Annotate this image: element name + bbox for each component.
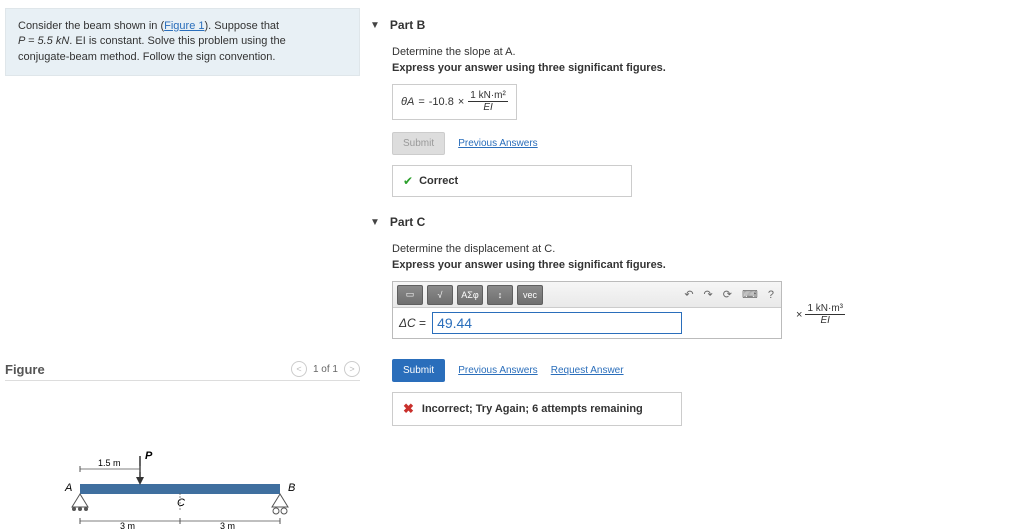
part-b-header[interactable]: ▼ Part B [370, 18, 1020, 32]
previous-answers-link[interactable]: Previous Answers [458, 365, 537, 376]
redo-icon[interactable]: ↷ [701, 288, 716, 301]
answer-widget: ▭ √ ΑΣφ ↕ vec ↶ ↷ ⟳ ⌨ ? ΔC = [392, 281, 782, 339]
instruction-bold: Express your answer using three signific… [392, 62, 1020, 74]
figure-link[interactable]: Figure 1 [164, 20, 204, 32]
svg-text:P: P [145, 450, 153, 462]
figure-title: Figure [5, 362, 45, 377]
feedback-text: Incorrect; Try Again; 6 attempts remaini… [422, 403, 643, 415]
part-title: Part C [390, 215, 425, 229]
figure-prev-button[interactable]: < [291, 361, 307, 377]
format-button[interactable]: ▭ [397, 285, 423, 305]
subscript-button[interactable]: ↕ [487, 285, 513, 305]
reset-icon[interactable]: ⟳ [720, 288, 735, 301]
vector-button[interactable]: vec [517, 285, 543, 305]
svg-text:A: A [64, 482, 72, 494]
feedback-text: Correct [419, 175, 458, 187]
caret-down-icon: ▼ [370, 217, 380, 228]
symbols-button[interactable]: ΑΣφ [457, 285, 483, 305]
figure-diagram: P A B C 1.5 m 3 m 3 m [5, 441, 360, 531]
problem-text: P = 5.5 kN [18, 35, 69, 47]
svg-text:1.5 m: 1.5 m [98, 458, 121, 468]
submit-button-c[interactable]: Submit [392, 359, 445, 382]
keyboard-icon[interactable]: ⌨ [739, 288, 761, 301]
problem-text: conjugate-beam method. Follow the sign c… [18, 51, 275, 63]
problem-text: . EI is constant. Solve this problem usi… [69, 35, 285, 47]
part-title: Part B [390, 18, 425, 32]
svg-text:B: B [288, 482, 295, 494]
part-b-section: ▼ Part B Determine the slope at A. Expre… [370, 18, 1020, 197]
undo-icon[interactable]: ↶ [681, 288, 696, 301]
problem-text: ). Suppose that [205, 20, 280, 32]
instruction-text: Determine the slope at A. [392, 46, 1020, 58]
previous-answers-link[interactable]: Previous Answers [458, 138, 537, 149]
instruction-text: Determine the displacement at C. [392, 243, 1020, 255]
answer-toolbar: ▭ √ ΑΣφ ↕ vec ↶ ↷ ⟳ ⌨ ? [393, 282, 781, 308]
caret-down-icon: ▼ [370, 20, 380, 31]
feedback-incorrect: ✖ Incorrect; Try Again; 6 attempts remai… [392, 392, 682, 426]
help-icon[interactable]: ? [765, 289, 777, 301]
part-c-section: ▼ Part C Determine the displacement at C… [370, 215, 1020, 426]
problem-statement: Consider the beam shown in (Figure 1). S… [5, 8, 360, 76]
figure-next-button[interactable]: > [344, 361, 360, 377]
submit-button-b: Submit [392, 132, 445, 155]
variable-label: ΔC [399, 316, 416, 330]
unit-suffix: × 1 kN·m³EI [796, 304, 845, 326]
part-c-header[interactable]: ▼ Part C [370, 215, 1020, 229]
figure-nav-text: 1 of 1 [313, 364, 338, 375]
answer-input-c[interactable] [432, 312, 682, 334]
problem-text: Consider the beam shown in ( [18, 20, 164, 32]
sqrt-button[interactable]: √ [427, 285, 453, 305]
check-icon: ✔ [403, 174, 413, 188]
instruction-bold: Express your answer using three signific… [392, 259, 1020, 271]
answer-display-b: θA = -10.8 × 1 kN·m²EI [392, 84, 517, 120]
beam-svg: P A B C 1.5 m 3 m 3 m [60, 441, 300, 531]
x-icon: ✖ [403, 401, 414, 417]
svg-text:C: C [177, 497, 185, 509]
figure-nav: < 1 of 1 > [291, 361, 360, 377]
request-answer-link[interactable]: Request Answer [551, 365, 624, 376]
feedback-correct: ✔ Correct [392, 165, 632, 197]
